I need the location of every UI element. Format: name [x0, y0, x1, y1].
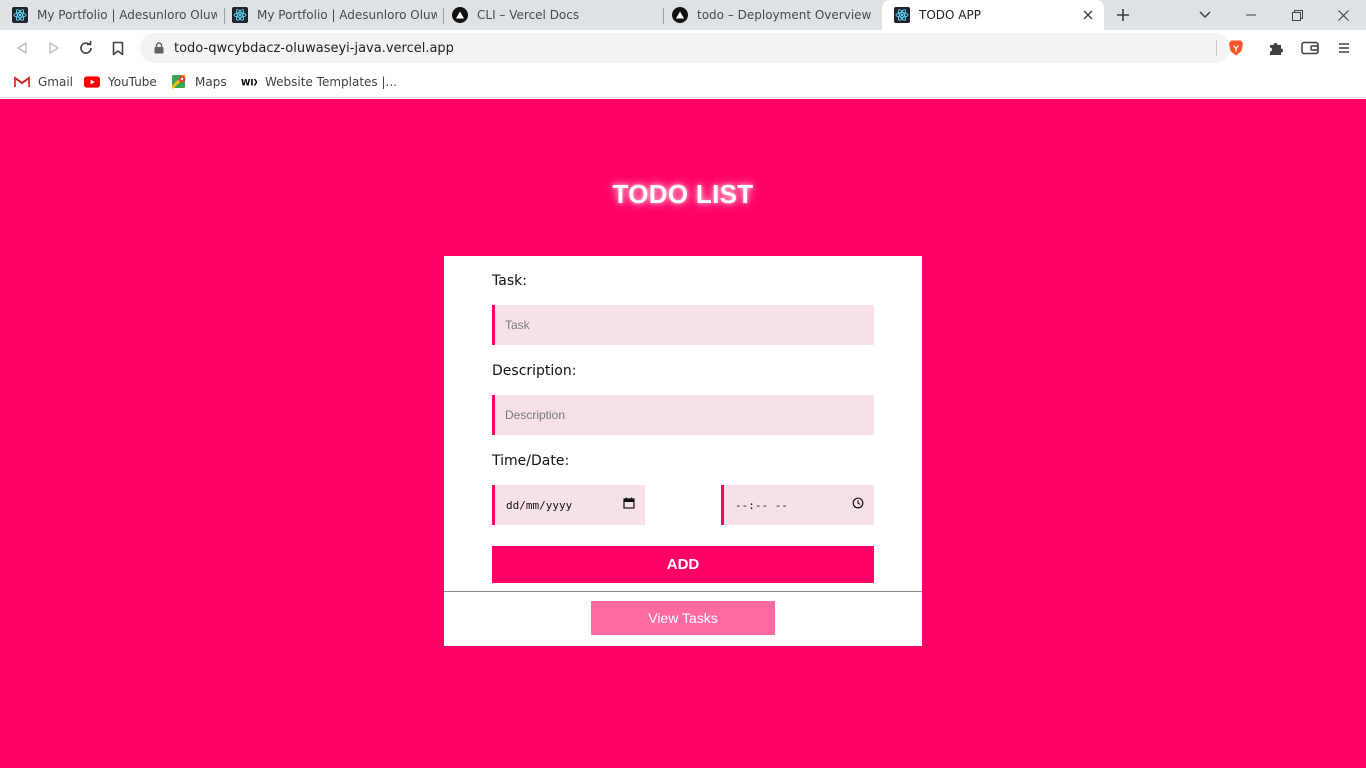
- plus-icon: [1117, 9, 1129, 21]
- clock-icon[interactable]: [852, 496, 864, 514]
- reload-button[interactable]: [72, 34, 100, 62]
- tab-search-button[interactable]: [1182, 0, 1228, 30]
- tab-vercel-docs[interactable]: CLI – Vercel Docs: [440, 0, 662, 30]
- add-task-button[interactable]: ADD: [492, 546, 874, 583]
- tab-title: TODO APP: [919, 8, 981, 22]
- url-text: todo-qwcybdacz-oluwaseyi-java.vercel.app: [174, 40, 454, 56]
- task-input[interactable]: [492, 305, 874, 345]
- close-window-button[interactable]: [1320, 0, 1366, 30]
- forward-button[interactable]: [40, 34, 68, 62]
- menu-button[interactable]: [1330, 34, 1358, 62]
- chevron-down-icon: [1199, 11, 1211, 19]
- vercel-icon: [452, 7, 468, 23]
- task-label: Task:: [492, 273, 527, 289]
- reload-icon: [80, 41, 92, 54]
- bookmarks-bar: Gmail YouTube Maps WIX Website Templates…: [0, 66, 1366, 98]
- bookmark-label: Maps: [195, 75, 227, 89]
- close-icon: [1337, 9, 1349, 21]
- description-label: Description:: [492, 363, 577, 379]
- bookmark-label: YouTube: [108, 75, 157, 89]
- back-arrow-icon: [17, 42, 27, 54]
- react-icon: [232, 7, 248, 23]
- new-tab-button[interactable]: [1100, 0, 1146, 30]
- page-viewport: TODO LIST Task: Description: Time/Date: …: [0, 99, 1366, 768]
- tab-portfolio-1[interactable]: My Portfolio | Adesunloro Oluwaseyi: [0, 0, 222, 30]
- gmail-icon: [14, 74, 30, 90]
- time-placeholder: --:-- --: [735, 498, 788, 512]
- date-placeholder: dd/mm/yyyy: [506, 498, 573, 512]
- minimize-icon: [1246, 14, 1256, 16]
- forward-arrow-icon: [49, 42, 59, 54]
- time-input[interactable]: --:-- --: [721, 485, 874, 525]
- brave-lion-icon: [1229, 40, 1243, 56]
- bookmark-maps[interactable]: Maps: [171, 72, 227, 92]
- omnibox-divider: [1216, 40, 1217, 56]
- address-bar[interactable]: todo-qwcybdacz-oluwaseyi-java.vercel.app: [140, 33, 1230, 63]
- wallet-icon: [1301, 41, 1319, 55]
- page-title: TODO LIST: [612, 179, 754, 209]
- bookmark-button[interactable]: [104, 34, 132, 62]
- tab-deployment-overview[interactable]: todo – Deployment Overview: [660, 0, 882, 30]
- bookmark-label: Gmail: [38, 75, 74, 89]
- description-input[interactable]: [492, 395, 874, 435]
- view-tasks-button[interactable]: View Tasks: [591, 601, 775, 635]
- restore-icon: [1291, 9, 1303, 21]
- datetime-label: Time/Date:: [492, 453, 570, 469]
- date-input[interactable]: dd/mm/yyyy: [492, 485, 645, 525]
- minimize-button[interactable]: [1228, 0, 1274, 30]
- vercel-icon: [672, 7, 688, 23]
- bookmark-youtube[interactable]: YouTube: [84, 72, 157, 92]
- tab-title: My Portfolio | Adesunloro Oluwaseyi: [257, 8, 437, 22]
- restore-button[interactable]: [1274, 0, 1320, 30]
- wallet-button[interactable]: [1296, 34, 1324, 62]
- svg-text:WIX: WIX: [241, 79, 257, 88]
- bookmark-icon: [112, 41, 124, 55]
- youtube-icon: [84, 74, 100, 90]
- puzzle-piece-icon: [1270, 43, 1283, 55]
- tab-portfolio-2[interactable]: My Portfolio | Adesunloro Oluwaseyi: [220, 0, 442, 30]
- card-divider: [444, 591, 922, 592]
- wix-icon: WIX: [241, 74, 257, 90]
- maps-icon: [171, 74, 187, 90]
- brave-shields-button[interactable]: [1222, 34, 1250, 62]
- calendar-icon[interactable]: [623, 496, 635, 514]
- todo-form-card: Task: Description: Time/Date: dd/mm/yyyy…: [444, 256, 922, 646]
- back-button[interactable]: [8, 34, 36, 62]
- react-icon: [12, 7, 28, 23]
- tab-title: My Portfolio | Adesunloro Oluwaseyi: [37, 8, 217, 22]
- tab-title: CLI – Vercel Docs: [477, 8, 580, 22]
- hamburger-menu-icon: [1339, 43, 1349, 53]
- tab-strip: My Portfolio | Adesunloro Oluwaseyi My P…: [0, 0, 1366, 30]
- tab-todo-app[interactable]: TODO APP: [882, 0, 1104, 30]
- bookmark-label: Website Templates |...: [265, 75, 397, 89]
- extensions-button[interactable]: [1262, 34, 1290, 62]
- bookmark-gmail[interactable]: Gmail: [14, 72, 73, 92]
- close-tab-icon[interactable]: [1080, 7, 1096, 23]
- lock-icon[interactable]: [152, 41, 166, 55]
- react-icon: [894, 7, 910, 23]
- tab-title: todo – Deployment Overview: [697, 8, 872, 22]
- bookmark-website-templates[interactable]: WIX Website Templates |...: [241, 72, 397, 92]
- browser-toolbar: todo-qwcybdacz-oluwaseyi-java.vercel.app: [0, 30, 1366, 66]
